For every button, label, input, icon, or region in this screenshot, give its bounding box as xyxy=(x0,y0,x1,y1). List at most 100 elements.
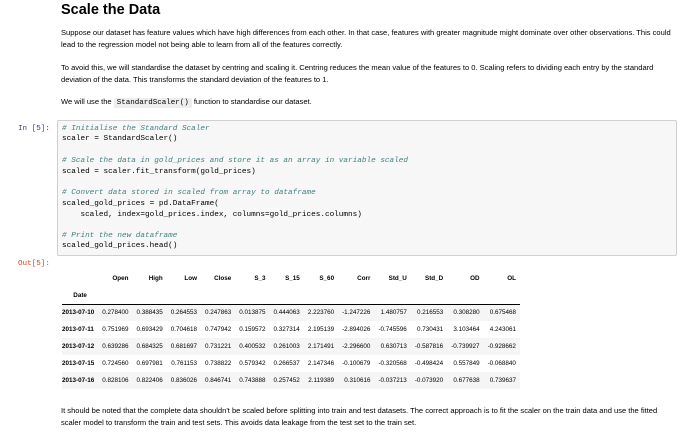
table-cell: 0.388435 xyxy=(132,303,167,321)
table-cell: 0.675468 xyxy=(483,303,520,321)
table-cell: -0.928662 xyxy=(483,338,520,355)
output-prompt: Out[5]: xyxy=(18,260,50,268)
code-line: # Convert data stored in scaled from arr… xyxy=(62,189,316,197)
table-cell: -0.739927 xyxy=(447,338,484,355)
table-cell: 2.223760 xyxy=(303,303,339,321)
row-date: 2013-07-11 xyxy=(62,326,94,333)
table-cell: 0.278400 xyxy=(98,303,133,321)
table-cell: 0.400532 xyxy=(235,338,270,355)
row-date: 2013-07-15 xyxy=(62,360,95,367)
table-row: 2013-07-11 0.751969 0.693429 0.704618 0.… xyxy=(62,321,520,338)
table-cell: 0.697981 xyxy=(136,360,163,367)
code-line: scaled_gold_prices = pd.DataFrame( xyxy=(62,200,219,208)
table-cell: -0.100679 xyxy=(342,360,371,367)
table-cell: 0.731221 xyxy=(201,338,236,355)
scaler-text-after: function to standardise our dataset. xyxy=(191,97,312,106)
table-cell: 0.677638 xyxy=(447,372,484,389)
table-cell: 0.630713 xyxy=(374,338,411,355)
row-date: 2013-07-10 xyxy=(62,303,99,321)
table-cell: 2.171491 xyxy=(303,338,339,355)
table-cell: 0.310616 xyxy=(338,372,375,389)
standardise-paragraph: To avoid this, we will standardise the d… xyxy=(61,63,654,84)
column-header: S_15 xyxy=(285,275,300,282)
table-row: 2013-07-16 0.828106 0.822406 0.836026 0.… xyxy=(62,372,520,389)
table-cell: -0.320568 xyxy=(378,360,407,367)
index-header-row: Date xyxy=(62,287,520,305)
table-cell: 2.147346 xyxy=(307,360,335,367)
table-cell: 0.159572 xyxy=(239,326,266,333)
row-date: 2013-07-12 xyxy=(62,338,99,355)
table-cell: 2.195139 xyxy=(307,326,335,333)
table-row: 2013-07-15 0.724560 0.697981 0.761153 0.… xyxy=(62,355,520,372)
table-cell: -0.498424 xyxy=(414,360,444,367)
table-cell: 0.216553 xyxy=(410,303,448,321)
table-cell: 0.579342 xyxy=(239,360,266,367)
intro-paragraph: Suppose our dataset has feature values w… xyxy=(61,28,671,49)
code-line: scaled_gold_prices.head() xyxy=(62,242,178,250)
table-cell: 3.103464 xyxy=(453,326,480,333)
code-line: # Print the new dataframe xyxy=(62,232,178,240)
code-cell[interactable]: # Initialise the Standard Scaler scaler … xyxy=(57,120,677,256)
table-cell: 0.743888 xyxy=(235,372,270,389)
table-cell: 2.119389 xyxy=(303,372,339,389)
table-cell: 0.639286 xyxy=(98,338,133,355)
column-header: Std_U xyxy=(388,275,407,282)
table-cell: 0.264553 xyxy=(166,303,202,321)
table-cell: 0.444063 xyxy=(269,303,304,321)
code-line: scaled = scaler.fit_transform(gold_price… xyxy=(62,168,256,176)
table-cell: 0.738822 xyxy=(205,360,232,367)
table-cell: 0.739637 xyxy=(483,372,520,389)
table-cell: 0.693429 xyxy=(136,326,163,333)
table-cell: 0.261003 xyxy=(269,338,304,355)
table-cell: 0.761153 xyxy=(171,360,198,367)
data-leakage-note: It should be noted that the complete dat… xyxy=(61,406,658,427)
table-cell: 0.013875 xyxy=(235,303,270,321)
inline-code: StandardScaler() xyxy=(113,98,192,108)
table-row: 2013-07-10 0.278400 0.388435 0.264553 0.… xyxy=(62,303,520,321)
table-cell: -0.037213 xyxy=(374,372,411,389)
table-cell: 1.480757 xyxy=(374,303,411,321)
table-cell: -2.296600 xyxy=(338,338,375,355)
table-cell: -2.894026 xyxy=(342,326,371,333)
blank-header xyxy=(62,270,98,287)
table-cell: 0.557849 xyxy=(453,360,480,367)
table-cell: 0.247863 xyxy=(201,303,236,321)
table-cell: 0.327314 xyxy=(273,326,300,333)
column-header: Corr xyxy=(357,275,371,282)
scaler-paragraph: We will use the StandardScaler() functio… xyxy=(61,96,673,110)
column-header: Std_D xyxy=(425,275,444,282)
table-cell: 0.704618 xyxy=(170,326,198,333)
column-header: OD xyxy=(470,275,480,282)
table-cell: 0.846741 xyxy=(201,372,236,389)
code-line: # Scale the data in gold_prices and stor… xyxy=(62,157,408,165)
table-cell: 0.266537 xyxy=(273,360,300,367)
code-line: scaler = StandardScaler() xyxy=(62,135,178,143)
table-cell: -1.247226 xyxy=(338,303,375,321)
column-header: S_60 xyxy=(319,275,335,282)
table-cell: 4.243061 xyxy=(489,326,516,333)
table-cell: 0.751969 xyxy=(102,326,129,333)
table-cell: 0.836026 xyxy=(166,372,202,389)
column-header-row: Open High Low Close S_3 S_15 S_60 Corr S… xyxy=(62,270,520,287)
input-prompt: In [5]: xyxy=(18,125,50,133)
code-line: scaled, index=gold_prices.index, columns… xyxy=(62,211,362,219)
column-header: Open xyxy=(112,275,129,282)
table-cell: -0.068840 xyxy=(487,360,516,367)
scaler-text-before: We will use the xyxy=(61,97,114,106)
row-date: 2013-07-16 xyxy=(62,372,99,389)
section-heading: Scale the Data xyxy=(61,2,161,18)
table-cell: 0.828106 xyxy=(98,372,133,389)
table-cell: 0.730431 xyxy=(416,326,444,333)
table-cell: 0.724560 xyxy=(102,360,129,367)
code-line: # Initialise the Standard Scaler xyxy=(62,125,210,133)
table-cell: 0.747942 xyxy=(205,326,232,333)
table-cell: 0.308280 xyxy=(447,303,484,321)
column-header: OL xyxy=(507,275,516,282)
column-header: Close xyxy=(214,275,232,282)
index-header: Date xyxy=(62,287,99,305)
dataframe-table: Open High Low Close S_3 S_15 S_60 Corr S… xyxy=(62,270,520,389)
table-cell: 0.681697 xyxy=(166,338,202,355)
table-cell: -0.073920 xyxy=(410,372,448,389)
table-cell: 0.684325 xyxy=(132,338,167,355)
table-cell: 0.257452 xyxy=(269,372,304,389)
